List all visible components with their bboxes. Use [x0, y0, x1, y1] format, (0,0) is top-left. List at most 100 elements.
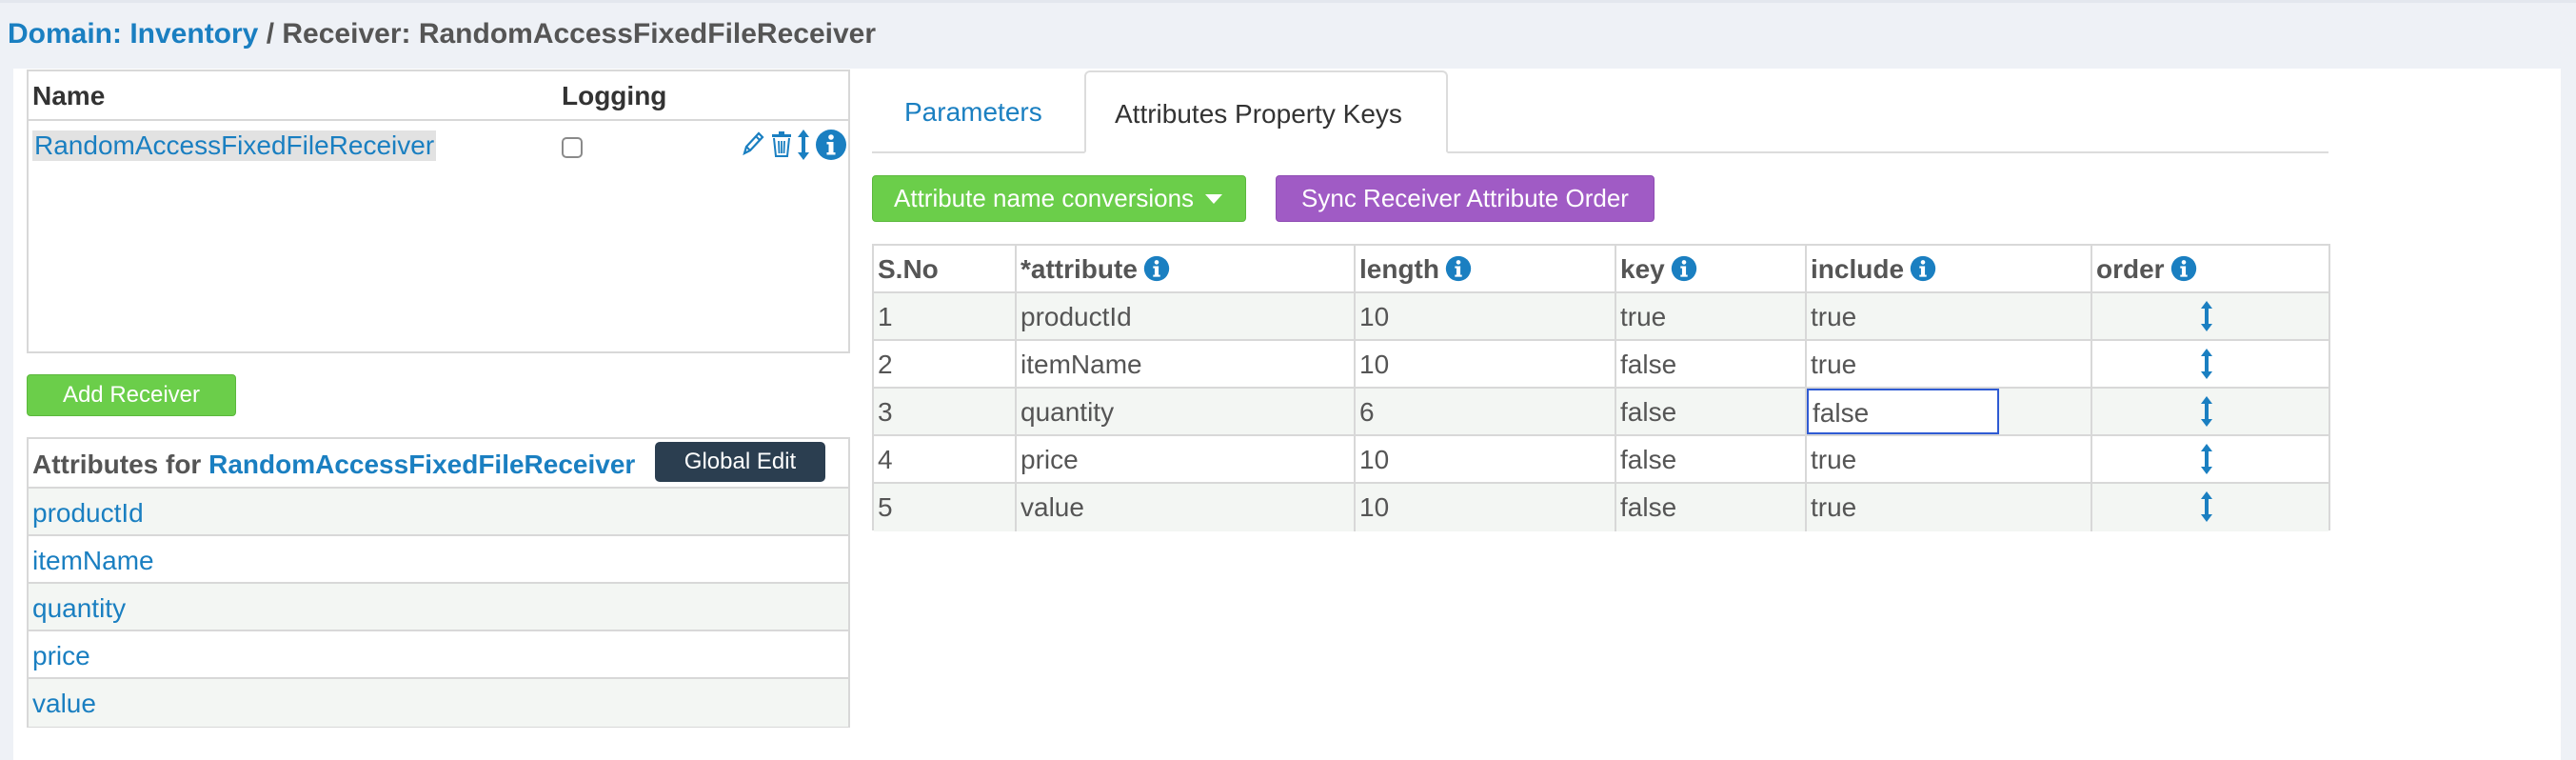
drag-handle-icon[interactable]	[2199, 299, 2214, 333]
cell-text: false	[1620, 350, 1677, 379]
header-label: S.No	[878, 254, 939, 284]
cell-length[interactable]: 6	[1356, 389, 1616, 434]
cell-text: true	[1811, 445, 1857, 474]
info-icon[interactable]	[1445, 255, 1472, 282]
cell-text: 3	[878, 397, 893, 427]
cell-attribute[interactable]: price	[1017, 436, 1356, 482]
vertical-arrows-icon[interactable]	[796, 129, 811, 161]
column-header-include: include	[1807, 246, 2092, 291]
top-bar: Domain: Inventory / Receiver: RandomAcce…	[0, 0, 2576, 69]
attribute-list-item[interactable]: quantity	[29, 584, 848, 631]
trash-icon[interactable]	[769, 129, 794, 159]
table-row: 1 productId 10 true true	[874, 293, 2328, 341]
info-icon[interactable]	[1143, 255, 1170, 282]
header-label: order	[2096, 254, 2165, 284]
attributes-title-receiver[interactable]: RandomAccessFixedFileReceiver	[208, 450, 635, 479]
table-row: 3 quantity 6 false false	[874, 389, 2328, 436]
drag-handle-icon[interactable]	[2199, 442, 2214, 476]
column-header-key: key	[1616, 246, 1807, 291]
attribute-property-table: S.No *attribute length key include order…	[872, 244, 2330, 531]
info-icon[interactable]	[2170, 255, 2197, 282]
column-header-order: order	[2092, 246, 2328, 291]
info-icon[interactable]	[1671, 255, 1697, 282]
cell-length[interactable]: 10	[1356, 341, 1616, 387]
cell-text: 10	[1359, 445, 1390, 474]
cell-order	[2092, 484, 2328, 531]
cell-include[interactable]: false	[1807, 389, 2092, 434]
cell-text: 10	[1359, 492, 1390, 522]
cell-text: quantity	[1020, 397, 1115, 427]
breadcrumb-receiver: Receiver: RandomAccessFixedFileReceiver	[282, 18, 877, 50]
cell-include[interactable]: true	[1807, 293, 2092, 339]
cell-text: 4	[878, 445, 893, 474]
cell-include[interactable]: true	[1807, 341, 2092, 387]
cell-attribute[interactable]: itemName	[1017, 341, 1356, 387]
receiver-name-link[interactable]: RandomAccessFixedFileReceiver	[32, 130, 437, 161]
sync-receiver-attribute-order-button[interactable]: Sync Receiver Attribute Order	[1276, 175, 1655, 222]
attribute-list-item[interactable]: price	[29, 631, 848, 679]
attribute-link[interactable]: price	[32, 641, 90, 671]
header-label: key	[1620, 254, 1665, 284]
attribute-list-item[interactable]: value	[29, 679, 848, 727]
receivers-table-header: Name Logging	[29, 71, 848, 121]
column-header-length: length	[1356, 246, 1616, 291]
header-label: include	[1811, 254, 1905, 284]
add-receiver-button[interactable]: Add Receiver	[27, 374, 236, 416]
column-header-attribute: *attribute	[1017, 246, 1356, 291]
breadcrumb-separator: /	[258, 18, 283, 50]
column-header-sno: S.No	[874, 246, 1017, 291]
drag-handle-icon[interactable]	[2199, 490, 2214, 524]
attribute-list-item[interactable]: productId	[29, 489, 848, 536]
logging-checkbox[interactable]	[562, 137, 583, 158]
include-edit-input[interactable]: false	[1807, 389, 1999, 434]
cell-key[interactable]: false	[1616, 484, 1807, 531]
cell-order	[2092, 436, 2328, 482]
cell-key[interactable]: false	[1616, 436, 1807, 482]
breadcrumb: Domain: Inventory / Receiver: RandomAcce…	[8, 18, 876, 50]
cell-length[interactable]: 10	[1356, 293, 1616, 339]
cell-text: 10	[1359, 302, 1390, 331]
cell-length[interactable]: 10	[1356, 436, 1616, 482]
breadcrumb-domain-link[interactable]: Domain: Inventory	[8, 18, 258, 50]
cell-length[interactable]: 10	[1356, 484, 1616, 531]
attribute-name-conversions-dropdown[interactable]: Attribute name conversions	[872, 175, 1246, 222]
attribute-link[interactable]: productId	[32, 498, 144, 529]
cell-text: true	[1811, 350, 1857, 379]
attribute-list-item[interactable]: itemName	[29, 536, 848, 584]
receivers-table: Name Logging RandomAccessFixedFileReceiv…	[27, 70, 850, 353]
column-header-name: Name	[32, 81, 106, 110]
info-icon[interactable]	[1910, 255, 1936, 282]
cell-text: 10	[1359, 350, 1390, 379]
cell-text: false	[1620, 492, 1677, 522]
pencil-icon[interactable]	[739, 129, 765, 159]
input-value: false	[1813, 398, 1870, 428]
attribute-link[interactable]: itemName	[32, 546, 154, 576]
attributes-panel-title: Attributes for RandomAccessFixedFileRece…	[32, 450, 635, 480]
cell-attribute[interactable]: quantity	[1017, 389, 1356, 434]
cell-text: productId	[1020, 302, 1132, 331]
attribute-link[interactable]: quantity	[32, 593, 126, 624]
cell-include[interactable]: true	[1807, 436, 2092, 482]
info-icon[interactable]	[815, 129, 847, 161]
cell-text: false	[1620, 445, 1677, 474]
header-label: *attribute	[1020, 254, 1138, 284]
cell-order	[2092, 341, 2328, 387]
caret-down-icon	[1205, 193, 1223, 204]
tab-parameters[interactable]: Parameters	[904, 97, 1042, 128]
cell-include[interactable]: true	[1807, 484, 2092, 531]
cell-text: false	[1620, 397, 1677, 427]
tab-label: Attributes Property Keys	[1115, 99, 1402, 129]
cell-key[interactable]: true	[1616, 293, 1807, 339]
global-edit-button[interactable]: Global Edit	[655, 442, 825, 482]
attribute-link[interactable]: value	[32, 689, 96, 719]
cell-key[interactable]: false	[1616, 341, 1807, 387]
cell-attribute[interactable]: productId	[1017, 293, 1356, 339]
drag-handle-icon[interactable]	[2199, 394, 2214, 429]
cell-attribute[interactable]: value	[1017, 484, 1356, 531]
drag-handle-icon[interactable]	[2199, 347, 2214, 381]
receiver-row: RandomAccessFixedFileReceiver	[29, 123, 848, 170]
table-row: 5 value 10 false true	[874, 484, 2328, 531]
tab-attributes-property-keys[interactable]: Attributes Property Keys	[1084, 70, 1448, 153]
cell-text: value	[1020, 492, 1084, 522]
cell-key[interactable]: false	[1616, 389, 1807, 434]
